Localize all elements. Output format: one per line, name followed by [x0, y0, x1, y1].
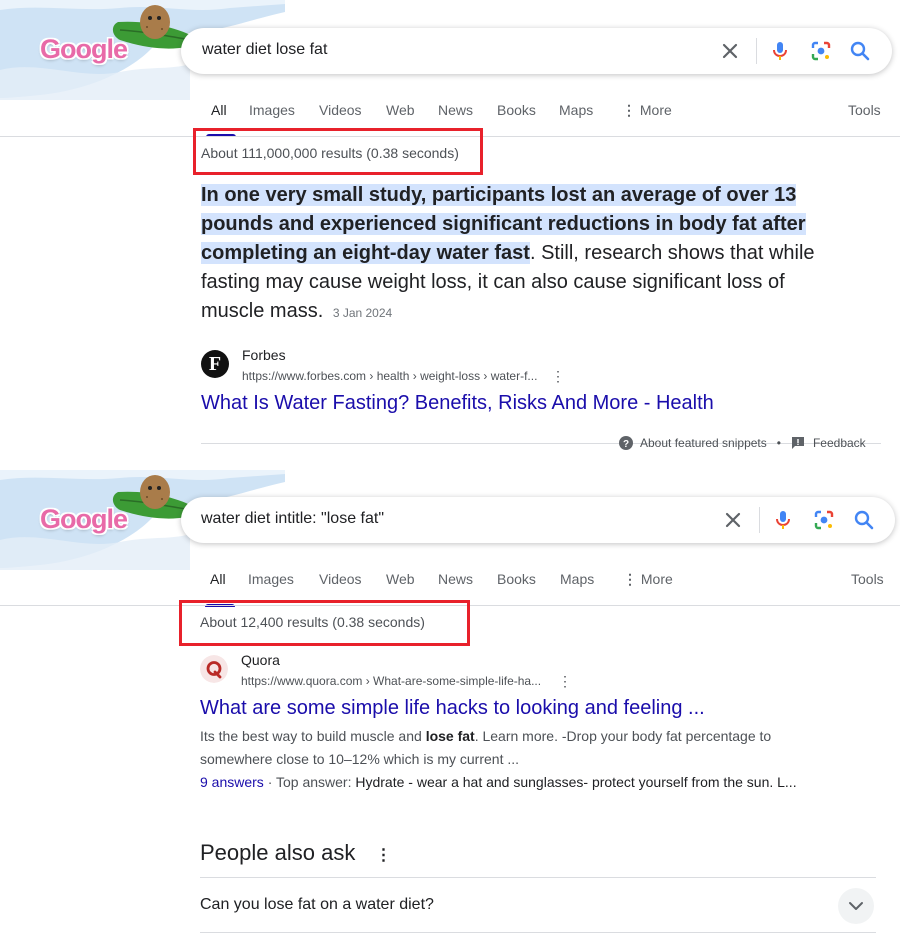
featured-snippet-text: In one very small study, participants lo…: [201, 181, 841, 328]
desc-part-a: Its the best way to build muscle and: [200, 728, 426, 744]
result-title-link[interactable]: What Is Water Fasting? Benefits, Risks A…: [201, 392, 714, 415]
doodle-logo-text: Google: [40, 504, 128, 534]
result-url[interactable]: https://www.forbes.com › health › weight…: [242, 369, 537, 383]
quora-favicon: [200, 655, 228, 683]
answers-line: 9 answers · Top answer: Hydrate - wear a…: [200, 774, 797, 790]
answers-count-link[interactable]: 9 answers: [200, 774, 264, 790]
desc-bold-term: lose fat: [425, 728, 475, 744]
tab-videos[interactable]: Videos: [319, 102, 362, 118]
tab-more[interactable]: ⋮ More: [623, 571, 673, 588]
help-icon: ?: [619, 436, 633, 450]
more-kebab-icon: ⋮: [622, 102, 636, 118]
screenshot-panel-1: Google water diet lose fat All Images Vi…: [0, 0, 900, 468]
doodle-logo-text: Google: [40, 34, 128, 64]
tab-all[interactable]: All: [211, 102, 227, 118]
search-box[interactable]: water diet intitle: "lose fat": [181, 497, 895, 543]
tab-images[interactable]: Images: [249, 102, 295, 118]
search-divider: [759, 507, 760, 533]
tab-all[interactable]: All: [210, 571, 226, 587]
search-input[interactable]: water diet lose fat: [202, 41, 327, 59]
clear-search-icon[interactable]: [718, 39, 742, 63]
tab-books[interactable]: Books: [497, 102, 536, 118]
result-site-name[interactable]: Quora: [241, 652, 280, 668]
paa-expand-button[interactable]: [838, 888, 874, 924]
paa-options-icon[interactable]: ⋮: [375, 847, 391, 864]
paa-question[interactable]: Can you lose fat on a water diet?: [200, 896, 434, 914]
tab-more-label: More: [639, 102, 672, 118]
snippet-date: 3 Jan 2024: [332, 306, 393, 320]
tools-button[interactable]: Tools: [848, 102, 881, 118]
tab-news[interactable]: News: [438, 571, 473, 587]
result-url[interactable]: https://www.quora.com › What-are-some-si…: [241, 674, 541, 688]
result-title-link[interactable]: What are some simple life hacks to looki…: [200, 697, 705, 720]
search-submit-icon[interactable]: [848, 39, 872, 63]
result-site-name[interactable]: Forbes: [242, 347, 286, 363]
tab-more[interactable]: ⋮ More: [622, 102, 672, 119]
forbes-favicon: F: [201, 350, 229, 378]
chevron-down-icon: [849, 902, 863, 910]
paa-divider-top: [200, 877, 876, 878]
paa-title-text: People also ask: [200, 840, 356, 865]
search-input[interactable]: water diet intitle: "lose fat": [201, 510, 384, 528]
about-featured-snippets-link[interactable]: About featured snippets: [640, 436, 767, 450]
tab-videos[interactable]: Videos: [319, 571, 362, 587]
people-also-ask-heading: People also ask ⋮: [200, 840, 391, 866]
tab-books[interactable]: Books: [497, 571, 536, 587]
lens-search-icon[interactable]: [809, 39, 833, 63]
tab-maps[interactable]: Maps: [560, 571, 594, 587]
voice-search-icon[interactable]: [771, 508, 795, 532]
result-stats: About 111,000,000 results (0.38 seconds): [201, 145, 459, 161]
result-stats: About 12,400 results (0.38 seconds): [200, 614, 425, 630]
result-description: Its the best way to build muscle and los…: [200, 725, 840, 771]
tab-web[interactable]: Web: [386, 571, 415, 587]
result-options-icon[interactable]: ⋮: [558, 673, 572, 689]
footer-separator: •: [776, 436, 781, 450]
tab-images[interactable]: Images: [248, 571, 294, 587]
top-answer-text: Hydrate - wear a hat and sunglasses- pro…: [355, 774, 797, 790]
result-options-icon[interactable]: ⋮: [551, 368, 565, 384]
tab-web[interactable]: Web: [386, 102, 415, 118]
voice-search-icon[interactable]: [768, 39, 792, 63]
more-kebab-icon: ⋮: [623, 571, 637, 587]
search-divider: [756, 38, 757, 64]
snippet-footer: ? About featured snippets • Feedback: [619, 436, 866, 450]
clear-search-icon[interactable]: [721, 508, 745, 532]
tab-maps[interactable]: Maps: [559, 102, 593, 118]
answers-separator: · Top answer:: [263, 774, 356, 790]
tab-news[interactable]: News: [438, 102, 473, 118]
paa-divider-bottom: [200, 932, 876, 933]
search-box[interactable]: water diet lose fat: [181, 28, 892, 74]
tools-button[interactable]: Tools: [851, 571, 884, 587]
feedback-link[interactable]: Feedback: [813, 436, 866, 450]
feedback-icon: [791, 437, 804, 449]
screenshot-panel-2: Google water diet intitle: "lose fat" Al…: [0, 468, 900, 950]
tab-more-label: More: [640, 571, 673, 587]
svg-text:?: ?: [623, 439, 629, 450]
search-submit-icon[interactable]: [852, 508, 876, 532]
lens-search-icon[interactable]: [812, 508, 836, 532]
